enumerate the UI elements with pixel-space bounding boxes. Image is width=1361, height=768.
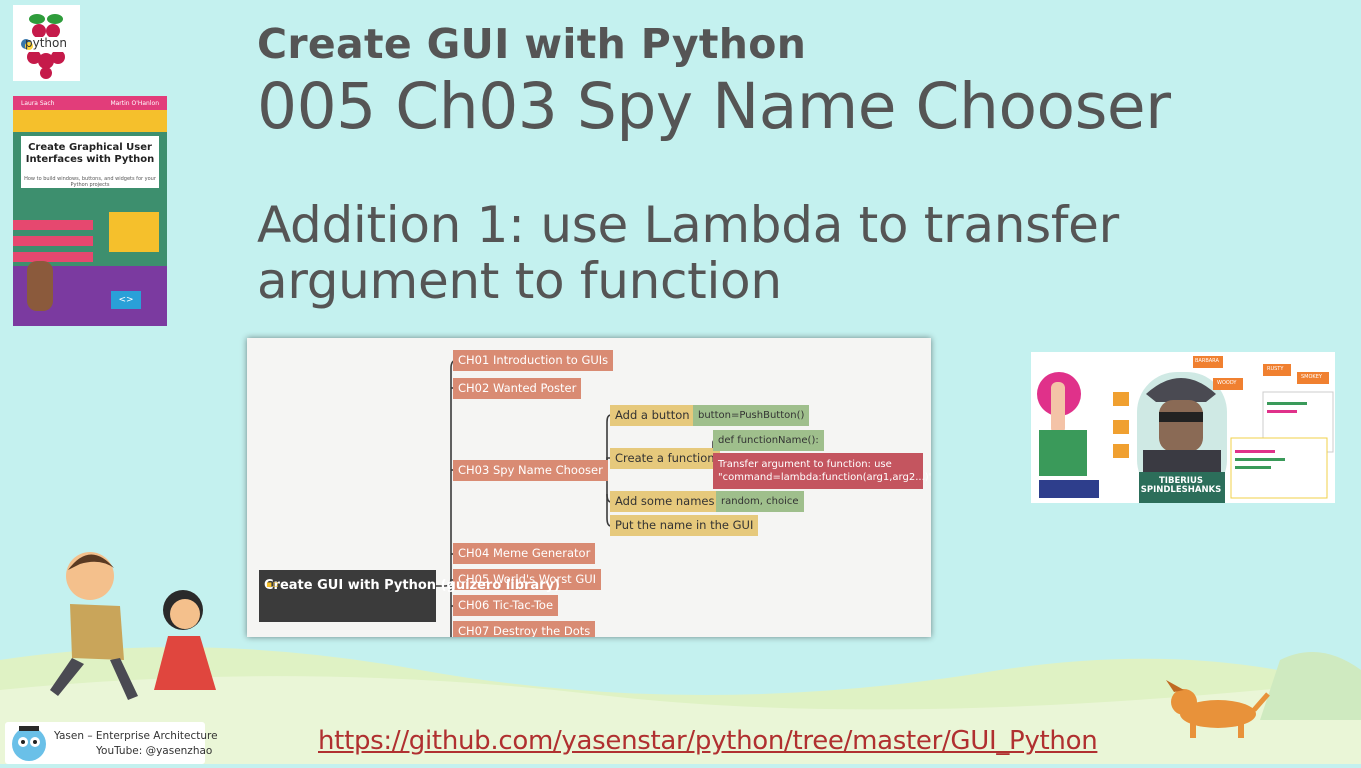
tag-smokey: SMOKEY [1301, 374, 1322, 380]
book-stripe [13, 110, 167, 132]
kids-illustration [50, 552, 216, 700]
mindmap-node-create-function[interactable]: Create a function [610, 448, 720, 469]
badge-youtube: YouTube: @yasenzhao [96, 745, 213, 757]
addition-heading: Addition 1: use Lambda to transfer argum… [257, 196, 1119, 310]
mindmap-leaf-pushbutton[interactable]: button=PushButton() [693, 405, 810, 426]
tag-woody: WOODY [1217, 380, 1237, 386]
mindmap-node-add-names[interactable]: Add some names [610, 491, 720, 512]
mindmap-leaf-lambda[interactable]: Transfer argument to function: use "comm… [713, 453, 931, 489]
mindmap-node-ch02[interactable]: CH02 Wanted Poster [453, 378, 582, 399]
hand-icon [27, 261, 53, 311]
mindmap-node-add-button[interactable]: Add a button [610, 405, 695, 426]
spy-name-line2: SPINDLESHANKS [1140, 485, 1222, 495]
tag-barbara: BARBARA [1195, 358, 1219, 364]
mindmap-node-ch03[interactable]: CH03 Spy Name Chooser [453, 460, 608, 481]
book-slider-bar [13, 252, 93, 262]
book-slider-bar [13, 220, 93, 230]
code-icon: <> [111, 291, 141, 309]
badge-name: Yasen – Enterprise Architecture [54, 730, 218, 742]
book-slider-bar [13, 236, 93, 246]
github-link[interactable]: https://github.com/yasenstar/python/tree… [318, 726, 1098, 756]
spy-name-label: TIBERIUS SPINDLESHANKS [1139, 477, 1223, 495]
mindmap-panel: CH01 Introduction to GUIs CH02 Wanted Po… [247, 338, 931, 637]
mindmap-root-icon: ▪▫ [266, 580, 279, 590]
mindmap-leaf-def[interactable]: def functionName(): [713, 430, 824, 451]
mindmap-leaf-random[interactable]: random, choice [716, 491, 804, 512]
page-title: Create GUI with Python [257, 20, 807, 68]
mindmap-root-label: Create GUI with Python (guizero library) [264, 578, 561, 593]
python-logo-text: python [25, 36, 67, 50]
page-subtitle: 005 Ch03 Spy Name Chooser [257, 70, 1171, 143]
tag-rusty: RUSTY [1267, 366, 1284, 372]
mindmap-node-ch01[interactable]: CH01 Introduction to GUIs [453, 350, 614, 371]
owl-avatar-icon [12, 726, 46, 761]
book-tagline: How to build windows, buttons, and widge… [24, 176, 156, 188]
book-swatch [109, 212, 159, 252]
book-authors-bar: Laura Sach Martin O'Hanlon [13, 96, 167, 110]
mindmap-node-ch04[interactable]: CH04 Meme Generator [453, 543, 596, 564]
dog-illustration [1166, 680, 1270, 738]
book-author-left: Laura Sach [21, 100, 55, 107]
book-cover: Laura Sach Martin O'Hanlon Create Graphi… [13, 96, 167, 326]
book-author-right: Martin O'Hanlon [110, 100, 159, 107]
mindmap-node-put-name[interactable]: Put the name in the GUI [610, 515, 759, 536]
author-badge [5, 722, 205, 764]
